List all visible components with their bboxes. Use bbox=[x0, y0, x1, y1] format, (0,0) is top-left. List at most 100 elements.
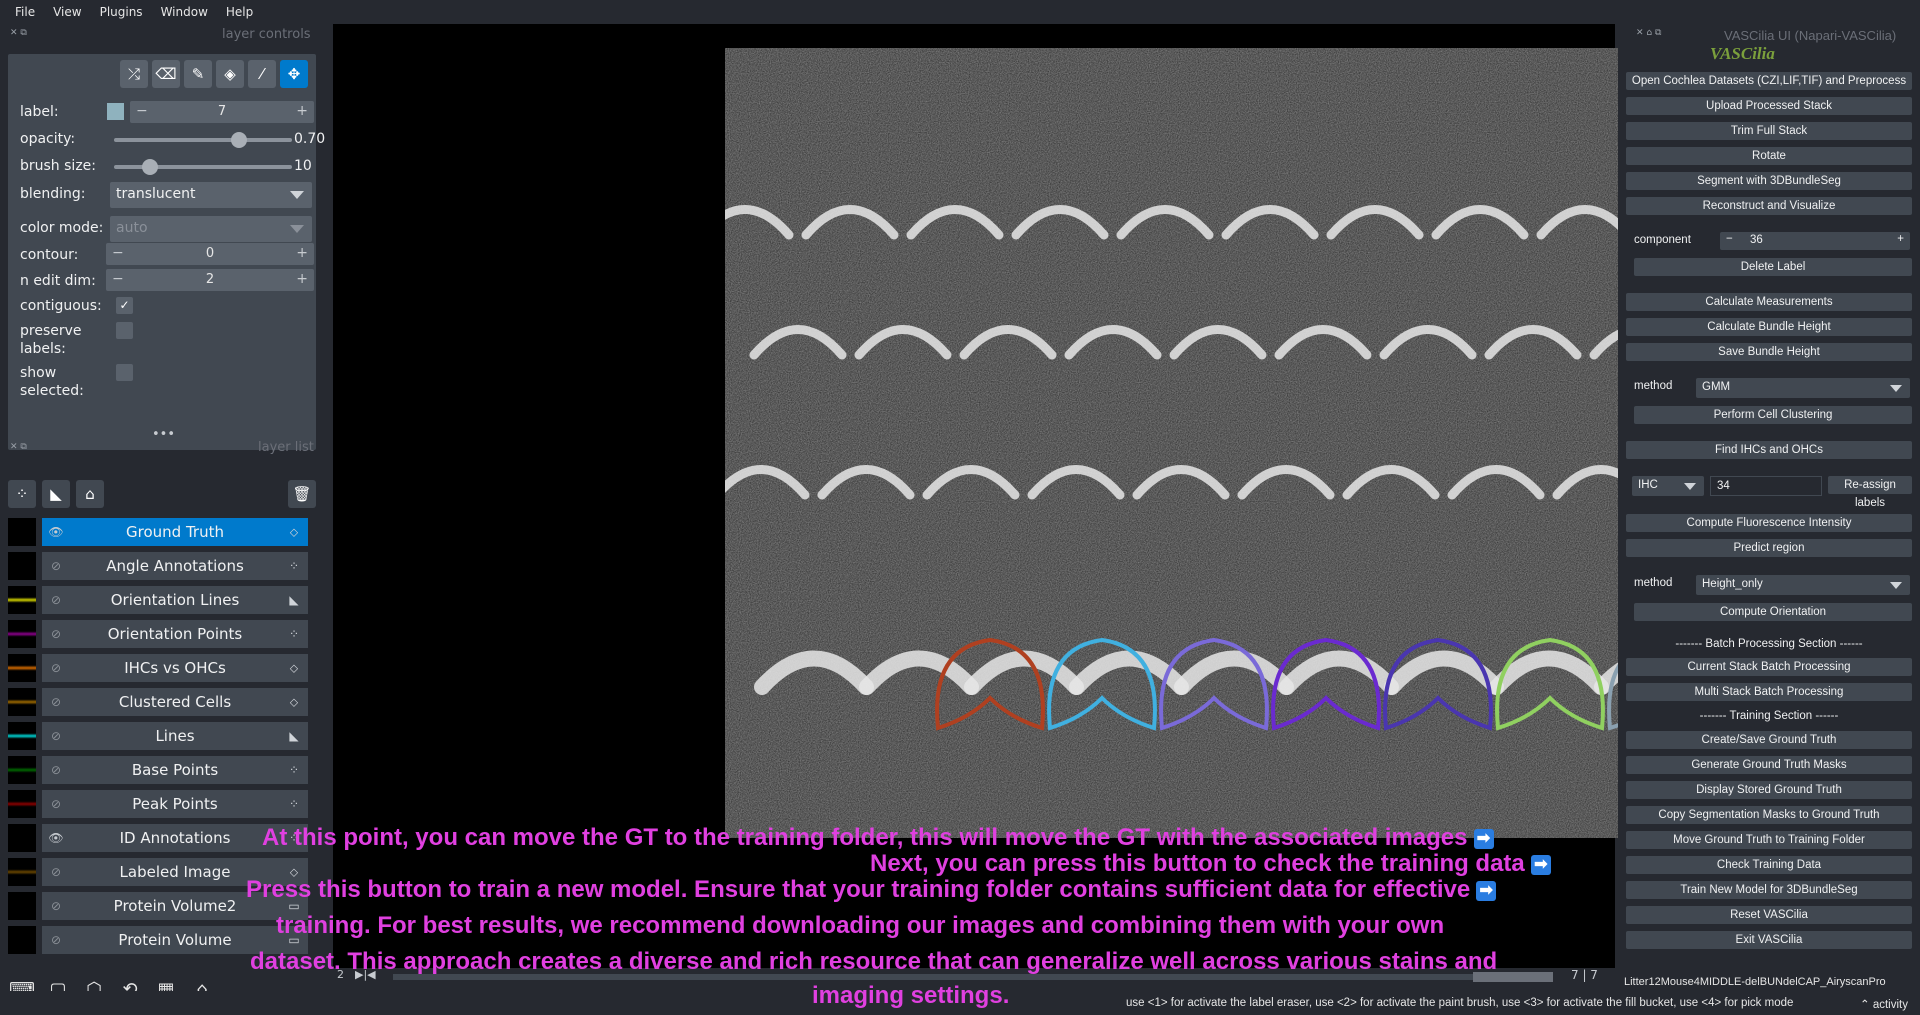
layer-row[interactable]: ⊘ Orientation Lines ◣ bbox=[8, 584, 308, 616]
layer-item[interactable]: ⊘ Clustered Cells ⬦ bbox=[42, 688, 308, 716]
batch-button[interactable]: Current Stack Batch Processing bbox=[1626, 658, 1912, 676]
plugin-button[interactable]: Upload Processed Stack bbox=[1626, 97, 1912, 115]
opacity-slider-handle[interactable] bbox=[230, 132, 247, 148]
plugin-button[interactable]: Calculate Measurements bbox=[1626, 293, 1912, 311]
visibility-eye-icon[interactable]: 👁 bbox=[42, 831, 70, 845]
training-button[interactable]: Copy Segmentation Masks to Ground Truth bbox=[1626, 806, 1912, 824]
delete-label-button[interactable]: Delete Label bbox=[1634, 258, 1912, 276]
visibility-eye-icon[interactable]: ⊘ bbox=[42, 627, 70, 641]
visibility-eye-icon[interactable]: ⊘ bbox=[42, 729, 70, 743]
contour-spinbox[interactable]: − 0 + bbox=[106, 243, 314, 265]
menu-view[interactable]: View bbox=[44, 5, 90, 19]
preserve-labels-checkbox[interactable] bbox=[116, 322, 133, 339]
decrement-icon[interactable]: − bbox=[1726, 233, 1733, 245]
brush-size-slider[interactable] bbox=[114, 159, 292, 175]
plugin-button[interactable]: Reconstruct and Visualize bbox=[1626, 197, 1912, 215]
contiguous-checkbox[interactable]: ✓ bbox=[116, 297, 133, 314]
ihc-value-input[interactable]: 34 bbox=[1710, 476, 1822, 496]
label-spinbox[interactable]: − 7 + bbox=[130, 101, 314, 123]
layer-row[interactable]: ⊘ Base Points ⁘ bbox=[8, 754, 308, 786]
increment-icon[interactable]: + bbox=[296, 245, 308, 261]
plugin-button[interactable]: Segment with 3DBundleSeg bbox=[1626, 172, 1912, 190]
increment-icon[interactable]: + bbox=[296, 271, 308, 287]
visibility-eye-icon[interactable]: ⊘ bbox=[42, 797, 70, 811]
splitter-handle[interactable]: ••• bbox=[152, 427, 175, 442]
reassign-labels-button[interactable]: Re-assign labels bbox=[1828, 476, 1912, 509]
increment-icon[interactable]: + bbox=[1897, 233, 1904, 245]
visibility-eye-icon[interactable]: 👁 bbox=[42, 525, 70, 539]
new-points-layer-icon[interactable]: ⁘ bbox=[8, 480, 36, 508]
compute-orientation-button[interactable]: Compute Orientation bbox=[1634, 603, 1912, 621]
menu-file[interactable]: File bbox=[6, 5, 44, 19]
training-button[interactable]: Train New Model for 3DBundleSeg bbox=[1626, 881, 1912, 899]
layer-row[interactable]: 👁 Ground Truth ⬦ bbox=[8, 516, 308, 548]
activity-button[interactable]: ⌃ activity bbox=[1860, 997, 1908, 1011]
predict-region-button[interactable]: Predict region bbox=[1626, 539, 1912, 557]
plugin-button[interactable]: Save Bundle Height bbox=[1626, 343, 1912, 361]
layer-row[interactable]: ⊘ Orientation Points ⁘ bbox=[8, 618, 308, 650]
visibility-eye-icon[interactable]: ⊘ bbox=[42, 559, 70, 573]
show-selected-checkbox[interactable] bbox=[116, 364, 133, 381]
plugin-button[interactable]: Trim Full Stack bbox=[1626, 122, 1912, 140]
layer-item[interactable]: ⊘ Angle Annotations ⁘ bbox=[42, 552, 308, 580]
layer-row[interactable]: ⊘ Lines ◣ bbox=[8, 720, 308, 752]
n-edit-dim-spinbox[interactable]: − 2 + bbox=[106, 269, 314, 291]
menu-plugins[interactable]: Plugins bbox=[91, 5, 152, 19]
layer-item[interactable]: 👁 Ground Truth ⬦ bbox=[42, 518, 308, 546]
perform-clustering-button[interactable]: Perform Cell Clustering bbox=[1634, 406, 1912, 424]
compute-fluorescence-button[interactable]: Compute Fluorescence Intensity bbox=[1626, 514, 1912, 532]
training-button[interactable]: Create/Save Ground Truth bbox=[1626, 731, 1912, 749]
paint-brush-icon[interactable]: ✎ bbox=[184, 60, 212, 88]
dock-close-icon[interactable]: ✕ ⌂ ⧉ bbox=[1636, 28, 1661, 38]
plugin-button[interactable]: Open Cochlea Datasets (CZI,LIF,TIF) and … bbox=[1626, 72, 1912, 90]
plugin-button[interactable]: Rotate bbox=[1626, 147, 1912, 165]
menu-window[interactable]: Window bbox=[152, 5, 217, 19]
visibility-eye-icon[interactable]: ⊘ bbox=[42, 695, 70, 709]
new-shapes-layer-icon[interactable]: ◣ bbox=[42, 480, 70, 508]
training-button[interactable]: Display Stored Ground Truth bbox=[1626, 781, 1912, 799]
method2-select[interactable]: Height_only bbox=[1696, 575, 1910, 595]
fill-bucket-icon[interactable]: ◈ bbox=[216, 60, 244, 88]
method-select[interactable]: GMM bbox=[1696, 378, 1910, 398]
visibility-eye-icon[interactable]: ⊘ bbox=[42, 899, 70, 913]
layer-item[interactable]: ⊘ Lines ◣ bbox=[42, 722, 308, 750]
training-button[interactable]: Check Training Data bbox=[1626, 856, 1912, 874]
layer-row[interactable]: ⊘ Angle Annotations ⁘ bbox=[8, 550, 308, 582]
color-mode-select[interactable]: auto bbox=[110, 216, 312, 242]
layer-item[interactable]: ⊘ IHCs vs OHCs ⬦ bbox=[42, 654, 308, 682]
plugin-button[interactable]: Calculate Bundle Height bbox=[1626, 318, 1912, 336]
batch-button[interactable]: Multi Stack Batch Processing bbox=[1626, 683, 1912, 701]
layer-item[interactable]: ⊘ Orientation Points ⁘ bbox=[42, 620, 308, 648]
blending-select[interactable]: translucent bbox=[110, 182, 312, 208]
visibility-eye-icon[interactable]: ⊘ bbox=[42, 865, 70, 879]
layer-item[interactable]: ⊘ Peak Points ⁘ bbox=[42, 790, 308, 818]
dock-close-icon[interactable]: ✕ ⧉ bbox=[10, 28, 27, 38]
layer-row[interactable]: ⊘ Peak Points ⁘ bbox=[8, 788, 308, 820]
brush-size-slider-handle[interactable] bbox=[141, 159, 158, 175]
component-spinbox[interactable]: − 36 + bbox=[1720, 232, 1910, 250]
visibility-eye-icon[interactable]: ⊘ bbox=[42, 593, 70, 607]
find-ihcs-button[interactable]: Find IHCs and OHCs bbox=[1626, 441, 1912, 459]
training-button[interactable]: Generate Ground Truth Masks bbox=[1626, 756, 1912, 774]
layer-row[interactable]: ⊘ IHCs vs OHCs ⬦ bbox=[8, 652, 308, 684]
ihc-select[interactable]: IHC bbox=[1632, 476, 1704, 496]
opacity-slider[interactable] bbox=[114, 132, 292, 148]
delete-layer-icon[interactable]: 🗑 bbox=[288, 480, 316, 508]
visibility-eye-icon[interactable]: ⊘ bbox=[42, 763, 70, 777]
visibility-eye-icon[interactable]: ⊘ bbox=[42, 661, 70, 675]
layer-item[interactable]: ⊘ Orientation Lines ◣ bbox=[42, 586, 308, 614]
new-labels-layer-icon[interactable]: ⌂ bbox=[76, 480, 104, 508]
visibility-eye-icon[interactable]: ⊘ bbox=[42, 933, 70, 947]
training-button[interactable]: Reset VASCilia bbox=[1626, 906, 1912, 924]
training-button[interactable]: Move Ground Truth to Training Folder bbox=[1626, 831, 1912, 849]
dock-float-icon[interactable]: ✕ ⧉ bbox=[10, 442, 27, 452]
pan-zoom-icon[interactable]: ✥ bbox=[280, 60, 308, 88]
layer-row[interactable]: ⊘ Clustered Cells ⬦ bbox=[8, 686, 308, 718]
training-button[interactable]: Exit VASCilia bbox=[1626, 931, 1912, 949]
increment-icon[interactable]: + bbox=[296, 103, 308, 119]
layer-item[interactable]: ⊘ Base Points ⁘ bbox=[42, 756, 308, 784]
eraser-icon[interactable]: ⌫ bbox=[152, 60, 180, 88]
menu-help[interactable]: Help bbox=[217, 5, 262, 19]
shuffle-colors-icon[interactable]: ⤮ bbox=[120, 60, 148, 88]
picker-icon[interactable]: ⁄ bbox=[248, 60, 276, 88]
